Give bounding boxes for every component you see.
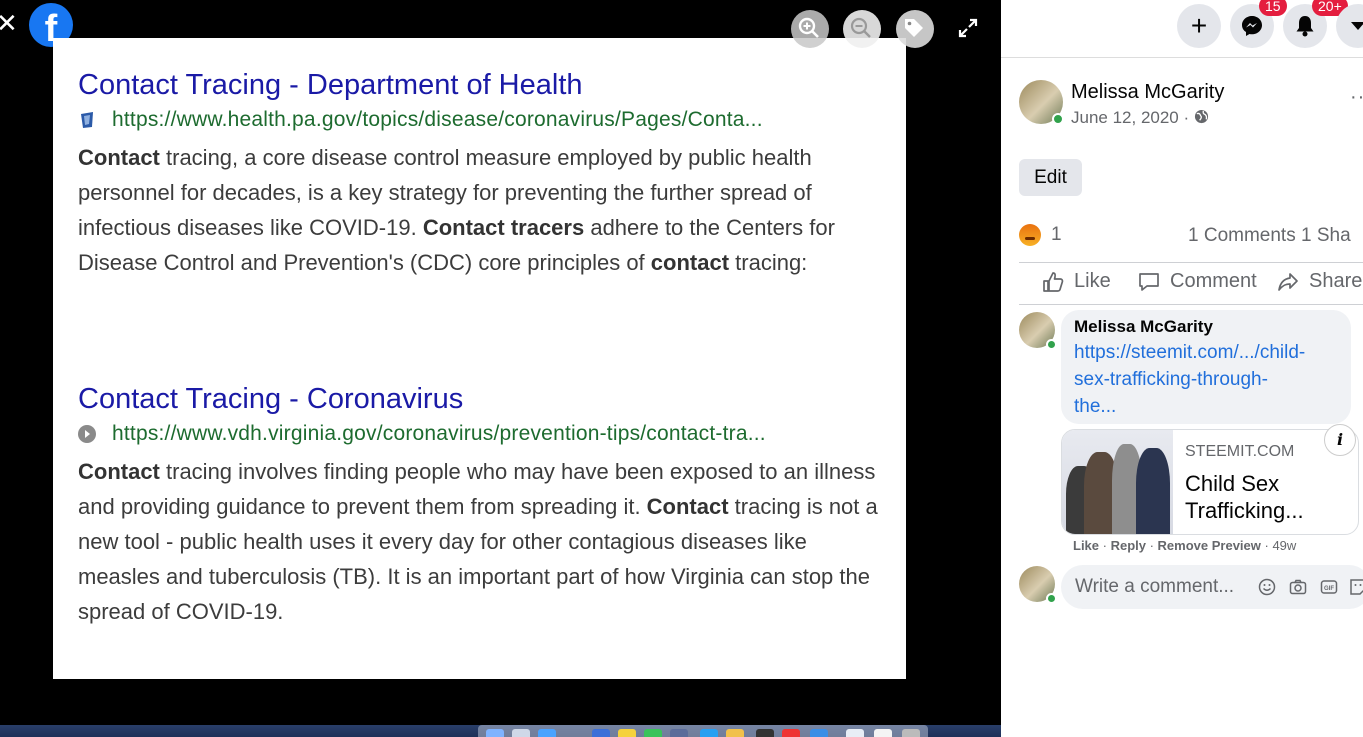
preview-thumbnail — [1062, 430, 1173, 534]
comment-link-line: https://steemit.com/.../child- — [1074, 342, 1306, 363]
share-button[interactable]: Share — [1277, 270, 1362, 293]
comment-link[interactable]: https://steemit.com/.../child- sex-traff… — [1074, 339, 1338, 420]
comment-like-link[interactable]: Like — [1073, 538, 1099, 553]
divider — [1019, 304, 1363, 305]
snippet-text: tracing: — [729, 250, 808, 275]
messenger-icon — [1242, 16, 1262, 36]
dock-app-icon[interactable] — [670, 729, 688, 737]
comment-age[interactable]: 49w — [1272, 538, 1296, 553]
online-indicator — [1046, 593, 1057, 604]
camera-icon[interactable] — [1289, 578, 1307, 596]
post-sidebar: + 15 20+ Melissa McGarity June 12, 2020 … — [1001, 0, 1363, 737]
post-author-name[interactable]: Melissa McGarity — [1071, 81, 1224, 104]
dock-app-icon[interactable] — [592, 729, 610, 737]
dock-app-icon[interactable] — [810, 729, 828, 737]
chevron-down-icon — [1351, 22, 1363, 30]
comment-author[interactable]: Melissa McGarity — [1074, 317, 1338, 337]
result-snippet: Contact tracing involves finding people … — [78, 454, 878, 629]
dock-app-icon[interactable] — [846, 729, 864, 737]
snippet-keyword: Contact — [78, 145, 160, 170]
svg-text:GIF: GIF — [1324, 586, 1334, 592]
share-icon — [1278, 272, 1298, 291]
post-author-avatar[interactable] — [1019, 80, 1064, 125]
post-date-row: June 12, 2020 · — [1071, 108, 1209, 128]
sticker-icon[interactable] — [1349, 578, 1363, 596]
divider — [1019, 262, 1363, 263]
comment-input-placeholder: Write a comment... — [1075, 576, 1235, 597]
result-url: https://www.vdh.virginia.gov/coronavirus… — [112, 422, 766, 445]
dock-app-icon[interactable] — [756, 729, 774, 737]
fullscreen-icon[interactable] — [950, 16, 986, 46]
snippet-keyword: contact — [650, 250, 730, 275]
zoom-out-icon[interactable] — [843, 16, 879, 46]
post-date[interactable]: June 12, 2020 · — [1071, 108, 1194, 127]
reaction-count: 1 — [1051, 224, 1062, 245]
dock-app-icon[interactable] — [644, 729, 662, 737]
preview-title: Child Sex Trafficking... — [1185, 471, 1304, 523]
search-result-2: Contact Tracing - Coronavirus https://ww… — [78, 382, 878, 629]
snippet-keyword: Contact — [646, 494, 729, 519]
comment-reply-link[interactable]: Reply — [1111, 538, 1146, 553]
comment-bubble: Melissa McGarity https://steemit.com/...… — [1061, 310, 1351, 424]
os-dock — [0, 725, 1001, 737]
arrow-favicon-icon — [78, 425, 96, 443]
messenger-badge: 15 — [1259, 0, 1287, 16]
link-preview-card[interactable]: STEEMIT.COM Child Sex Trafficking... — [1061, 429, 1359, 535]
online-indicator — [1046, 339, 1057, 350]
comment-icon — [1139, 272, 1159, 291]
commenter-avatar[interactable] — [1019, 312, 1057, 350]
bell-icon — [1296, 16, 1314, 37]
reactions-summary[interactable]: 1 — [1019, 224, 1062, 246]
search-result-1: Contact Tracing - Department of Health h… — [78, 68, 878, 280]
like-button[interactable]: Like — [1042, 270, 1111, 293]
gif-icon[interactable]: GIF — [1320, 578, 1338, 596]
dock-app-icon[interactable] — [486, 729, 504, 737]
comment-button[interactable]: Comment — [1138, 270, 1257, 293]
pa-favicon-icon — [81, 112, 93, 128]
result-url-row: https://www.health.pa.gov/topics/disease… — [78, 106, 878, 134]
remove-preview-link[interactable]: Remove Preview — [1158, 538, 1261, 553]
snippet-keyword: Contact tracers — [422, 215, 585, 240]
comment-link-line: sex-trafficking-through- — [1074, 369, 1268, 390]
emoji-icon[interactable] — [1258, 578, 1276, 596]
online-indicator — [1052, 113, 1064, 125]
preview-site: STEEMIT.COM — [1185, 443, 1295, 460]
dock-app-icon[interactable] — [538, 729, 556, 737]
result-title: Contact Tracing - Department of Health — [78, 69, 583, 101]
comment-meta: Like · Reply · Remove Preview · 49w — [1073, 538, 1297, 553]
comment-input[interactable]: Write a comment... GIF — [1061, 565, 1363, 609]
tag-icon[interactable] — [896, 16, 932, 46]
result-url: https://www.health.pa.gov/topics/disease… — [112, 108, 763, 131]
composer-avatar — [1019, 566, 1057, 604]
zoom-in-icon[interactable] — [791, 16, 827, 46]
result-title: Contact Tracing - Coronavirus — [78, 383, 464, 415]
snippet-keyword: Contact — [78, 459, 160, 484]
result-snippet: Contact tracing, a core disease control … — [78, 140, 878, 280]
info-icon[interactable]: i — [1324, 424, 1356, 456]
top-bar: + 15 20+ — [1001, 0, 1363, 58]
result-url-row: https://www.vdh.virginia.gov/coronavirus… — [78, 420, 878, 448]
more-options-icon[interactable]: ·· — [1350, 86, 1363, 109]
edit-button[interactable]: Edit — [1019, 159, 1082, 196]
dock-app-icon[interactable] — [726, 729, 744, 737]
angry-reaction-icon — [1019, 224, 1041, 246]
dock-app-icon[interactable] — [618, 729, 636, 737]
comment-label: Comment — [1170, 270, 1257, 292]
dock-app-icon[interactable] — [782, 729, 800, 737]
close-icon[interactable]: ✕ — [0, 8, 18, 38]
create-button[interactable]: + — [1177, 4, 1221, 48]
globe-icon — [1194, 109, 1208, 124]
dock-app-icon[interactable] — [700, 729, 718, 737]
thumbs-up-icon — [1043, 271, 1064, 292]
photo-content: Contact Tracing - Department of Health h… — [53, 38, 906, 679]
comment-share-counts[interactable]: 1 Comments 1 Sha — [1188, 225, 1351, 247]
dock-app-icon[interactable] — [874, 729, 892, 737]
trash-icon[interactable] — [902, 729, 920, 737]
photo-viewer: ✕ f Contact Tracing - Department of Heal… — [0, 0, 1001, 725]
like-label: Like — [1074, 270, 1111, 292]
dock-app-icon[interactable] — [512, 729, 530, 737]
comment-link-line: the... — [1074, 396, 1117, 417]
plus-icon: + — [1190, 10, 1208, 41]
share-label: Share — [1309, 270, 1363, 292]
